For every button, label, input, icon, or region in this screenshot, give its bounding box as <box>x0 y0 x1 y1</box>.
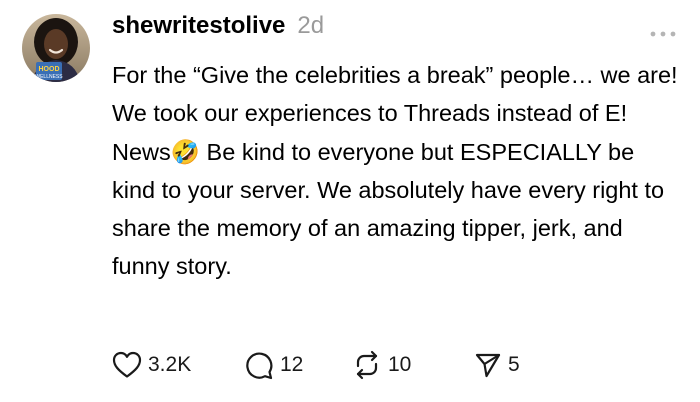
repost-count: 10 <box>388 353 412 376</box>
heart-icon <box>112 351 142 378</box>
speech-bubble-icon <box>246 352 273 380</box>
ellipsis-icon <box>650 31 676 37</box>
repost-arrows-icon <box>356 350 378 380</box>
paper-plane-icon <box>475 353 501 378</box>
avatar-badge-text: HOOD <box>39 66 60 73</box>
profile-photo-icon: HOOD WELLNESS <box>22 14 90 82</box>
action-bar: 3.2K 12 10 5 <box>112 348 534 382</box>
timestamp: 2d <box>297 12 325 39</box>
reply-count: 12 <box>280 353 304 376</box>
post-header: shewritestolive 2d <box>112 12 324 46</box>
share-count: 5 <box>508 353 520 376</box>
more-options-button[interactable] <box>648 26 678 37</box>
share-button[interactable]: 5 <box>474 351 534 379</box>
svg-text:WELLNESS: WELLNESS <box>35 74 63 80</box>
like-button[interactable]: 3.2K <box>112 351 244 379</box>
post-body: For the “Give the celebrities a break” p… <box>112 62 678 280</box>
like-count: 3.2K <box>148 353 192 376</box>
repost-button[interactable]: 10 <box>352 350 474 380</box>
avatar[interactable]: HOOD WELLNESS <box>22 14 90 82</box>
thread-post: HOOD WELLNESS shewritestolive 2d For the… <box>0 0 700 402</box>
username[interactable]: shewritestolive <box>112 12 285 40</box>
reply-button[interactable]: 12 <box>244 350 352 380</box>
